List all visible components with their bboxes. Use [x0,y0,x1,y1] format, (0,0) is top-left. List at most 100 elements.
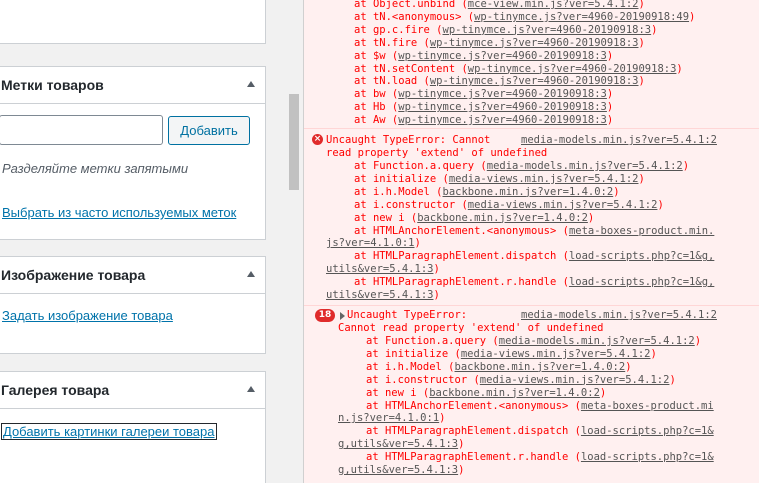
stack-frame-end: ) [587,211,595,224]
stack-frame-line: utils&ver=5.4.1:3) [326,289,440,302]
stack-frame-source-link[interactable]: meta-boxes-product.min. [569,225,714,237]
stack-frame-line: at i.constructor (media-views.min.js?ver… [354,199,664,212]
stack-frame-source-link[interactable]: load-scripts.php?c=1&g, [569,276,714,288]
stack-frame-line: at i.constructor (media-views.min.js?ver… [366,374,676,387]
stack-frame-end: ) [458,464,465,476]
stack-frame-source-link[interactable]: media-models.min.js?ver=5.4.1:2 [487,160,683,172]
stack-frame-source-link[interactable]: n.js?ver=4.1.0:1 [338,412,439,424]
error-message-text: Uncaught TypeError: Cannot [326,134,491,146]
scrollbar-thumb[interactable] [289,94,299,190]
stack-frame-end: ) [676,62,683,75]
error-message-text: read property 'extend' of undefined [326,147,548,159]
stack-frame-function: at HTMLParagraphElement.r.handle ( [366,451,581,464]
stack-frame-end: ) [606,114,614,127]
stack-frame-source-link[interactable]: wp-tinymce.js?ver=4960-20190918:3 [398,101,607,113]
tag-input[interactable] [0,115,163,145]
stack-frame-source-link[interactable]: meta-boxes-product.mi [581,400,714,412]
stack-frame-source-link[interactable]: wp-tinymce.js?ver=4960-20190918:49 [474,11,689,23]
stack-frame-function: at Hb ( [354,101,399,114]
metabox-title: Галерея товара [1,382,110,398]
stack-frame-function: at HTMLAnchorElement.<anonymous> ( [366,399,581,412]
expand-caret-icon[interactable] [340,312,345,320]
stack-frame-source-link[interactable]: media-views.min.js?ver=5.4.1:2 [480,374,670,386]
stack-frame-source-link[interactable]: backbone.min.js?ver=1.4.0:2 [443,186,614,198]
stack-frame-line: at Hb (wp-tinymce.js?ver=4960-20190918:3… [354,101,613,114]
product-image-metabox: Изображение товара [0,256,266,354]
stack-frame-line: at new i (backbone.min.js?ver=1.4.0:2) [366,387,606,400]
stack-frame-source-link[interactable]: media-views.min.js?ver=5.4.1:2 [468,199,658,211]
metabox-header[interactable]: Метки товаров [0,67,265,104]
page-scrollbar[interactable] [288,0,300,483]
stack-frame-source-link[interactable]: wp-tinymce.js?ver=4960-20190918:3 [430,75,639,87]
stack-frame-source-link[interactable]: wp-tinymce.js?ver=4960-20190918:3 [398,50,607,62]
stack-frame-line: at gp.c.fire (wp-tinymce.js?ver=4960-201… [354,24,657,37]
stack-frame-source-link[interactable]: load-scripts.php?c=1& [581,425,714,437]
stack-frame-source-link[interactable]: wp-tinymce.js?ver=4960-20190918:3 [443,24,652,36]
stack-frame-function: at HTMLParagraphElement.dispatch ( [354,250,569,263]
stack-frame-line: js?ver=4.1.0:1) [326,237,421,250]
tags-hint: Разделяйте метки запятыми [2,161,189,176]
collapse-arrow-icon[interactable] [247,386,255,392]
stack-frame-source-link[interactable]: js?ver=4.1.0:1 [326,237,415,249]
set-product-image-link[interactable]: Задать изображение товара [2,308,173,323]
stack-frame-source-link[interactable]: wp-tinymce.js?ver=4960-20190918:3 [398,88,607,100]
repeat-count-badge: 18 [315,309,335,322]
stack-frame-function: at HTMLAnchorElement.<anonymous> ( [354,224,569,237]
stack-frame-line: at tN.<anonymous> (wp-tinymce.js?ver=496… [354,11,695,24]
stack-frame-source-link[interactable]: media-views.min.js?ver=5.4.1:2 [449,173,639,185]
stack-frame-source-link[interactable]: load-scripts.php?c=1& [581,451,714,463]
collapse-arrow-icon[interactable] [247,81,255,87]
stack-frame-line: g,utils&ver=5.4.1:3) [338,438,464,451]
stack-frame-function: at new i ( [366,386,430,399]
collapse-arrow-icon[interactable] [247,271,255,277]
stack-frame-function: at gp.c.fire ( [354,23,443,36]
stack-frame-source-link[interactable]: media-models.min.js?ver=5.4.1:2 [499,335,695,347]
stack-frame-end: ) [613,185,620,198]
add-gallery-images-link[interactable]: Добавить картинки галереи товара [1,423,217,440]
stack-frame-source-link[interactable]: load-scripts.php?c=1&g, [569,250,714,262]
stack-frame-function: at new i ( [354,211,418,224]
error-source-link[interactable]: media-models.min.js?ver=5.4.1:2 [521,134,717,147]
stack-frame-line: at tN.load (wp-tinymce.js?ver=4960-20190… [354,75,645,88]
stack-frame-end: ) [657,198,664,211]
stack-frame-function: at Function.a.query ( [354,160,487,172]
stack-frame-function: at i.h.Model ( [354,185,443,198]
stack-frame-source-link[interactable]: backbone.min.js?ver=1.4.0:2 [455,361,626,373]
stack-frame-function: at tN.setContent ( [354,62,468,75]
stack-frame-line: at bw (wp-tinymce.js?ver=4960-20190918:3… [354,88,613,101]
stack-frame-source-link[interactable]: backbone.min.js?ver=1.4.0:2 [429,387,600,399]
stack-frame-function: at tN.load ( [354,75,430,88]
stack-frame-source-link[interactable]: utils&ver=5.4.1:3 [326,263,433,275]
stack-frame-line: at HTMLAnchorElement.<anonymous> (meta-b… [366,400,714,413]
metabox-header[interactable]: Галерея товара [0,372,265,409]
stack-frame-source-link[interactable]: wp-tinymce.js?ver=4960-20190918:3 [398,114,607,126]
stack-frame-function: at initialize ( [366,347,461,360]
stack-frame-function: at HTMLParagraphElement.r.handle ( [354,276,569,289]
stack-frame-source-link[interactable]: wp-tinymce.js?ver=4960-20190918:3 [430,37,639,49]
stack-frame-source-link[interactable]: wp-tinymce.js?ver=4960-20190918:3 [468,63,677,75]
stack-frame-source-link[interactable]: g,utils&ver=5.4.1:3 [338,438,458,450]
metabox-title: Изображение товара [1,267,146,283]
metabox-header[interactable]: Изображение товара [0,257,265,294]
stack-frame-function: at i.constructor ( [366,373,480,386]
stack-frame-source-link[interactable]: media-views.min.js?ver=5.4.1:2 [461,348,651,360]
add-tag-button[interactable]: Добавить [168,116,250,145]
stack-frame-end: ) [669,373,676,386]
stack-frame-source-link[interactable]: mce-view.min.js?ver=5.4.1:2 [468,0,639,10]
stack-frame-end: ) [682,160,690,172]
stack-frame-line: at initialize (media-views.min.js?ver=5.… [354,173,645,186]
stack-frame-line: g,utils&ver=5.4.1:3) [338,464,464,477]
choose-tags-link[interactable]: Выбрать из часто используемых меток [2,205,236,220]
stack-frame-source-link[interactable]: g,utils&ver=5.4.1:3 [338,464,458,476]
stack-frame-end: ) [650,347,657,360]
error-source-link[interactable]: media-models.min.js?ver=5.4.1:2 [521,309,717,322]
stack-frame-end: ) [638,0,645,10]
stack-frame-function: at $w ( [354,49,399,62]
stack-frame-line: at new i (backbone.min.js?ver=1.4.0:2) [354,212,594,225]
stack-frame-source-link[interactable]: utils&ver=5.4.1:3 [326,289,433,301]
stack-frame-function: at tN.fire ( [354,36,430,49]
stack-frame-end: ) [599,386,607,399]
stack-frame-end: ) [638,75,645,88]
stack-frame-end: ) [458,438,465,451]
stack-frame-source-link[interactable]: backbone.min.js?ver=1.4.0:2 [417,212,588,224]
